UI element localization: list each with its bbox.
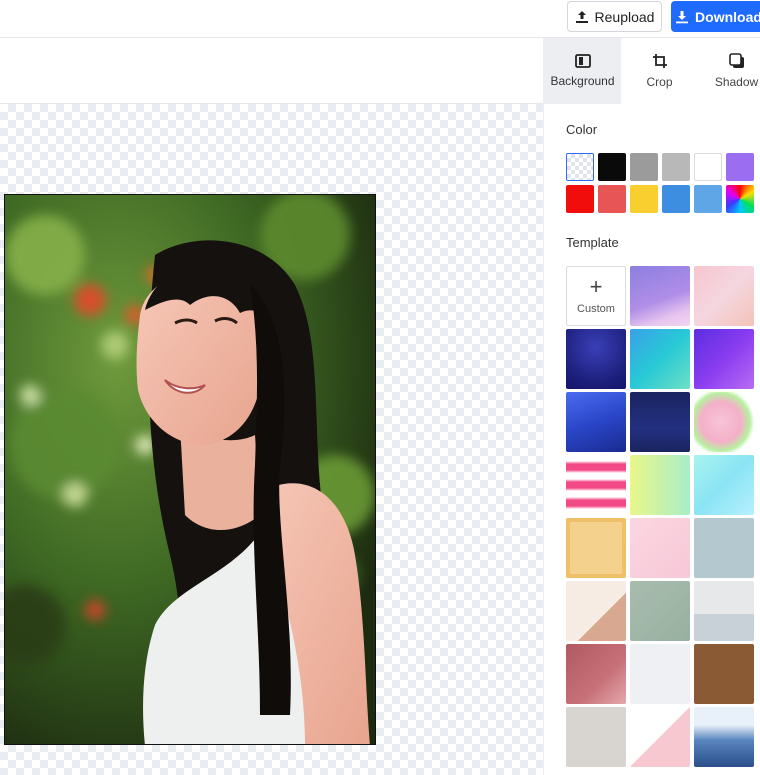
custom-label: Custom	[577, 303, 615, 315]
color-swatch-coral[interactable]	[598, 185, 626, 213]
tab-background-label: Background	[550, 74, 615, 88]
reupload-label: Reupload	[594, 8, 655, 25]
template-item[interactable]	[630, 707, 690, 767]
color-swatch-transparent[interactable]	[566, 153, 594, 181]
color-swatch-light-gray[interactable]	[662, 153, 690, 181]
color-swatch-yellow[interactable]	[630, 185, 658, 213]
template-item[interactable]	[630, 455, 690, 515]
tab-crop-label: Crop	[646, 75, 673, 89]
template-item[interactable]	[694, 455, 754, 515]
color-section-title: Color	[566, 122, 598, 137]
color-swatch-custom-picker[interactable]	[726, 185, 754, 213]
upload-icon	[575, 10, 588, 23]
color-swatch-red[interactable]	[566, 185, 594, 213]
template-item[interactable]	[566, 644, 626, 704]
template-item[interactable]	[630, 518, 690, 578]
template-item[interactable]	[566, 581, 626, 641]
shadow-icon	[728, 53, 744, 68]
color-swatches	[566, 153, 754, 213]
template-item[interactable]	[566, 518, 626, 578]
crop-icon	[652, 54, 667, 68]
template-item[interactable]	[566, 707, 626, 767]
download-label: Download	[695, 8, 760, 25]
template-item[interactable]	[566, 455, 626, 515]
template-item[interactable]	[694, 581, 754, 641]
template-item[interactable]	[694, 266, 754, 326]
color-swatch-purple[interactable]	[726, 153, 754, 181]
template-section-title: Template	[566, 235, 619, 250]
template-item[interactable]	[630, 644, 690, 704]
top-toolbar: Reupload Download	[0, 0, 760, 38]
background-icon	[574, 54, 591, 68]
tab-shadow-label: Shadow	[714, 75, 759, 89]
download-icon	[676, 10, 689, 23]
template-item[interactable]	[694, 329, 754, 389]
panel-tabs: Background Crop Shadow	[544, 38, 760, 104]
template-custom-button[interactable]: + Custom	[566, 266, 626, 326]
tab-background[interactable]: Background	[544, 38, 621, 104]
photo-illustration	[5, 195, 375, 744]
color-swatch-blue[interactable]	[662, 185, 690, 213]
download-button[interactable]: Download	[671, 1, 760, 32]
color-swatch-light-blue[interactable]	[694, 185, 722, 213]
template-item[interactable]	[630, 392, 690, 452]
color-swatch-white[interactable]	[694, 153, 722, 181]
template-item[interactable]	[694, 644, 754, 704]
plus-icon: +	[589, 274, 603, 299]
template-item[interactable]	[694, 518, 754, 578]
template-grid: + Custom	[566, 266, 754, 767]
color-swatch-gray[interactable]	[630, 153, 658, 181]
template-item[interactable]	[694, 392, 754, 452]
template-item[interactable]	[630, 329, 690, 389]
template-item[interactable]	[630, 266, 690, 326]
template-item[interactable]	[630, 581, 690, 641]
template-item[interactable]	[694, 707, 754, 767]
color-swatch-black[interactable]	[598, 153, 626, 181]
editor-canvas[interactable]	[0, 104, 543, 775]
reupload-button[interactable]: Reupload	[567, 1, 662, 32]
template-item[interactable]	[566, 329, 626, 389]
template-item[interactable]	[566, 392, 626, 452]
editor-subbar	[0, 38, 543, 104]
subject-photo[interactable]	[4, 194, 376, 745]
settings-panel: Background Crop Shadow Color Template + …	[543, 38, 760, 775]
tab-shadow[interactable]: Shadow	[698, 38, 760, 104]
tab-crop[interactable]: Crop	[621, 38, 698, 104]
